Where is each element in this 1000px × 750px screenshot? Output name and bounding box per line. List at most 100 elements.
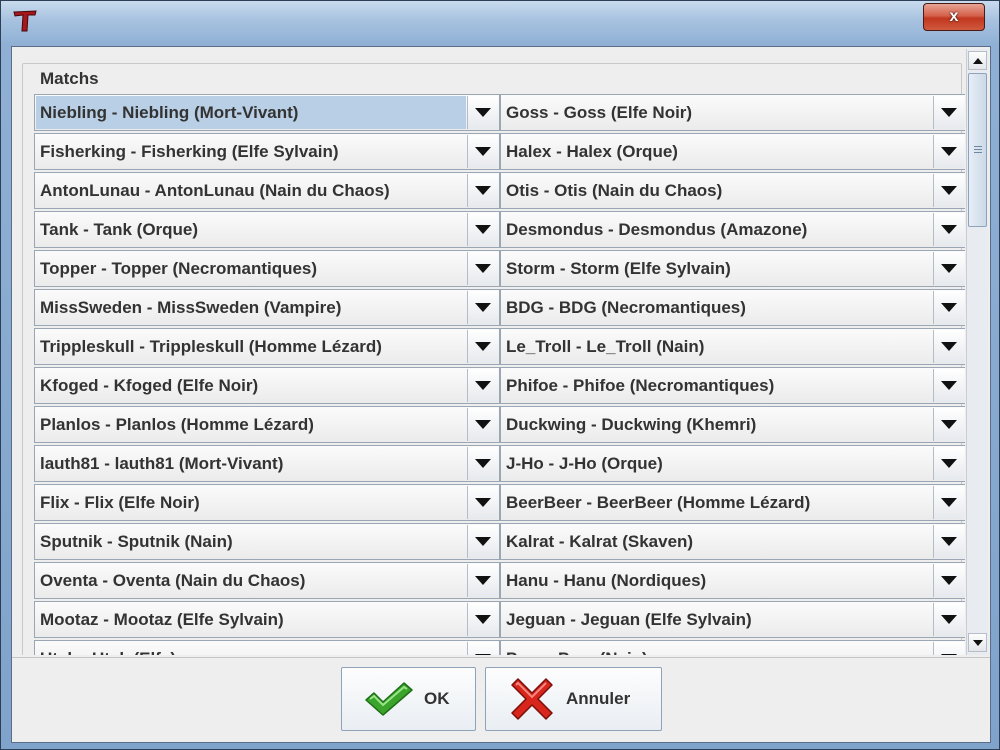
matches-scroll-area[interactable]: Matchs Niebling - Niebling (Mort-Vivant)… [14,49,965,655]
chevron-down-icon [941,186,957,195]
team-right-combo[interactable]: Pera - Pera (Nain) [500,640,965,655]
scroll-thumb[interactable] [968,73,987,227]
dropdown-button[interactable] [933,408,964,441]
team-left-value: Planlos - Planlos (Homme Lézard) [40,415,314,434]
dropdown-button[interactable] [933,252,964,285]
match-row: Fisherking - Fisherking (Elfe Sylvain) Ha… [34,133,965,171]
close-button[interactable]: x [923,3,985,31]
dropdown-button[interactable] [467,330,498,363]
team-right-combo[interactable]: Hanu - Hanu (Nordiques) [500,562,965,599]
team-right-combo[interactable]: Jeguan - Jeguan (Elfe Sylvain) [500,601,965,638]
match-row: Oventa - Oventa (Nain du Chaos) Hanu - Ha… [34,562,965,600]
team-left-combo[interactable]: Tank - Tank (Orque) [34,211,500,248]
dropdown-button[interactable] [933,525,964,558]
cancel-button[interactable]: Annuler [485,667,662,731]
team-left-combo[interactable]: Planlos - Planlos (Homme Lézard) [34,406,500,443]
dropdown-button[interactable] [467,135,498,168]
chevron-down-icon [941,420,957,429]
team-left-combo[interactable]: Fisherking - Fisherking (Elfe Sylvain) [34,133,500,170]
chevron-down-icon [475,381,491,390]
team-right-value: Duckwing - Duckwing (Khemri) [506,415,757,434]
dropdown-button[interactable] [467,213,498,246]
arrow-down-icon [972,639,983,646]
chevron-down-icon [475,498,491,507]
scroll-down-button[interactable] [968,633,987,652]
team-right-combo[interactable]: J-Ho - J-Ho (Orque) [500,445,965,482]
dropdown-button[interactable] [933,174,964,207]
team-left-combo[interactable]: Flix - Flix (Elfe Noir) [34,484,500,521]
dropdown-button[interactable] [933,291,964,324]
cancel-x-icon [511,678,553,720]
grip-line [974,152,982,153]
chevron-down-icon [475,264,491,273]
match-row: Trippleskull - Trippleskull (Homme Lézar… [34,328,965,366]
vertical-scrollbar[interactable] [966,49,988,655]
dropdown-button[interactable] [933,642,964,655]
title-bar[interactable]: x [1,1,999,41]
dropdown-button[interactable] [467,291,498,324]
team-right-combo[interactable]: Desmondus - Desmondus (Amazone) [500,211,965,248]
team-left-combo[interactable]: lauth81 - lauth81 (Mort-Vivant) [34,445,500,482]
team-right-combo[interactable]: Otis - Otis (Nain du Chaos) [500,172,965,209]
team-right-value: Desmondus - Desmondus (Amazone) [506,220,808,239]
team-right-value: Pera - Pera (Nain) [502,642,930,655]
dialog-window: x Matchs Niebling - Niebling (Mort-Vivan… [0,0,1000,750]
dropdown-button[interactable] [933,369,964,402]
dropdown-button[interactable] [467,642,498,655]
dropdown-button[interactable] [933,96,964,129]
team-left-combo[interactable]: Topper - Topper (Necromantiques) [34,250,500,287]
team-right-combo[interactable]: Goss - Goss (Elfe Noir) [500,94,965,131]
team-right-combo[interactable]: Phifoe - Phifoe (Necromantiques) [500,367,965,404]
dropdown-button[interactable] [933,603,964,636]
team-left-value: MissSweden - MissSweden (Vampire) [40,298,342,317]
scroll-up-button[interactable] [968,51,987,70]
team-right-combo[interactable]: Storm - Storm (Elfe Sylvain) [500,250,965,287]
team-left-combo[interactable]: Trippleskull - Trippleskull (Homme Lézar… [34,328,500,365]
dropdown-button[interactable] [933,447,964,480]
dropdown-button[interactable] [467,369,498,402]
team-left-combo[interactable]: AntonLunau - AntonLunau (Nain du Chaos) [34,172,500,209]
team-right-combo[interactable]: Le_Troll - Le_Troll (Nain) [500,328,965,365]
team-left-combo[interactable]: Sputnik - Sputnik (Nain) [34,523,500,560]
team-left-combo[interactable]: Niebling - Niebling (Mort-Vivant) [34,94,500,131]
chevron-down-icon [475,225,491,234]
team-left-combo[interactable]: Utak - Utak (Elfe) [34,640,500,655]
chevron-down-icon [475,420,491,429]
dropdown-button[interactable] [467,174,498,207]
team-left-combo[interactable]: Oventa - Oventa (Nain du Chaos) [34,562,500,599]
match-row: Flix - Flix (Elfe Noir) BeerBeer - BeerBe… [34,484,965,522]
dropdown-button[interactable] [467,486,498,519]
dropdown-button[interactable] [933,330,964,363]
match-row: Utak - Utak (Elfe) Pera - Pera (Nain) [34,640,965,655]
dropdown-button[interactable] [467,447,498,480]
team-right-combo[interactable]: Kalrat - Kalrat (Skaven) [500,523,965,560]
dropdown-button[interactable] [467,96,498,129]
team-left-combo[interactable]: Kfoged - Kfoged (Elfe Noir) [34,367,500,404]
dropdown-button[interactable] [933,213,964,246]
dropdown-button[interactable] [467,252,498,285]
ok-button[interactable]: OK [341,667,476,731]
chevron-down-icon [475,576,491,585]
team-left-combo[interactable]: Mootaz - Mootaz (Elfe Sylvain) [34,601,500,638]
team-right-value: Phifoe - Phifoe (Necromantiques) [506,376,775,395]
dropdown-button[interactable] [467,525,498,558]
dropdown-button[interactable] [467,564,498,597]
dropdown-button[interactable] [933,135,964,168]
team-left-combo[interactable]: MissSweden - MissSweden (Vampire) [34,289,500,326]
team-right-combo[interactable]: BDG - BDG (Necromantiques) [500,289,965,326]
team-left-value: Mootaz - Mootaz (Elfe Sylvain) [40,610,284,629]
chevron-down-icon [941,225,957,234]
chevron-down-icon [941,498,957,507]
dropdown-button[interactable] [933,564,964,597]
match-row: Topper - Topper (Necromantiques) Storm - … [34,250,965,288]
team-right-combo[interactable]: Duckwing - Duckwing (Khemri) [500,406,965,443]
chevron-down-icon [941,654,957,655]
dropdown-button[interactable] [933,486,964,519]
team-right-combo[interactable]: Halex - Halex (Orque) [500,133,965,170]
dropdown-button[interactable] [467,408,498,441]
dropdown-button[interactable] [467,603,498,636]
team-right-value: BDG - BDG (Necromantiques) [506,298,746,317]
team-right-value: Hanu - Hanu (Nordiques) [506,571,707,590]
team-right-value: Storm - Storm (Elfe Sylvain) [506,259,731,278]
team-right-combo[interactable]: BeerBeer - BeerBeer (Homme Lézard) [500,484,965,521]
